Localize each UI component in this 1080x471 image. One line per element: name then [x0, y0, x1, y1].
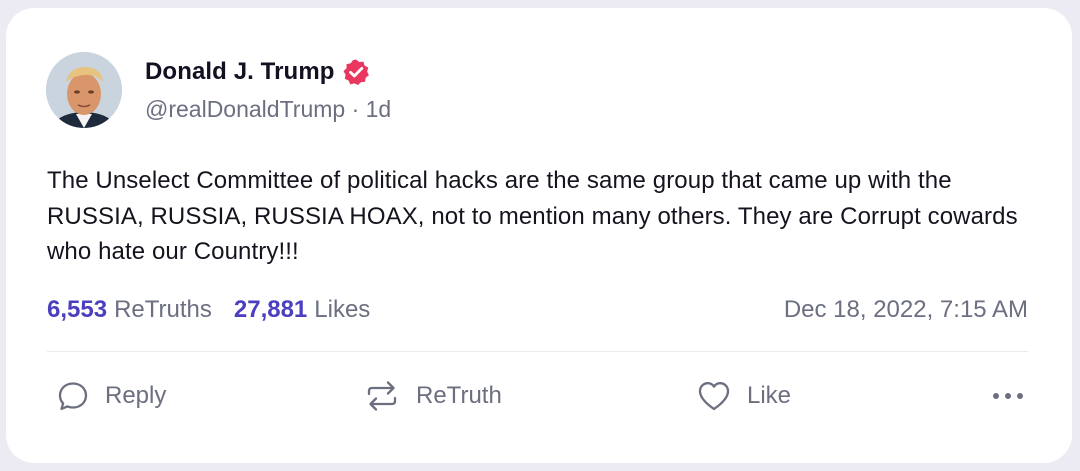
likes-count: 27,881 [233, 296, 308, 323]
post-stats: 6,553 ReTruths 27,881 Likes Dec 18, 2022… [47, 294, 1028, 326]
author-display-name[interactable]: Donald J. Trump [145, 58, 335, 86]
author-meta: @realDonaldTrump · 1d [145, 96, 391, 123]
retruths-count: 6,553 [47, 296, 108, 323]
reply-label: Reply [105, 382, 167, 409]
post-timestamp: Dec 18, 2022, 7:15 AM [783, 296, 1028, 323]
reply-button[interactable]: Reply [55, 374, 166, 418]
author-handle[interactable]: @realDonaldTrump [145, 96, 345, 122]
post-card: Donald J. Trump @realDonaldTrump · 1d Th… [6, 8, 1072, 463]
avatar[interactable] [46, 52, 122, 128]
like-label: Like [747, 382, 792, 409]
post-text: The Unselect Committee of political hack… [47, 167, 1018, 265]
verified-badge-icon [341, 57, 371, 87]
divider [47, 351, 1028, 352]
more-options-button[interactable] [988, 374, 1028, 418]
likes-stat[interactable]: 27,881 Likes [234, 296, 370, 324]
speech-bubble-icon [55, 378, 91, 414]
meta-separator: · [345, 96, 366, 122]
post-age[interactable]: 1d [366, 96, 392, 122]
retruth-label: ReTruth [416, 382, 502, 409]
likes-label: Likes [314, 296, 371, 323]
author-name-row: Donald J. Trump [145, 56, 371, 88]
retruth-button[interactable]: ReTruth [362, 374, 502, 418]
repost-arrows-icon [362, 378, 402, 414]
retruths-label: ReTruths [114, 296, 212, 323]
like-button[interactable]: Like [695, 374, 791, 418]
avatar-image [46, 52, 122, 128]
heart-icon [695, 378, 733, 414]
post-actions: Reply ReTruth Like [50, 374, 1028, 418]
retruths-stat[interactable]: 6,553 ReTruths [47, 296, 212, 324]
more-horizontal-icon [988, 378, 1028, 414]
